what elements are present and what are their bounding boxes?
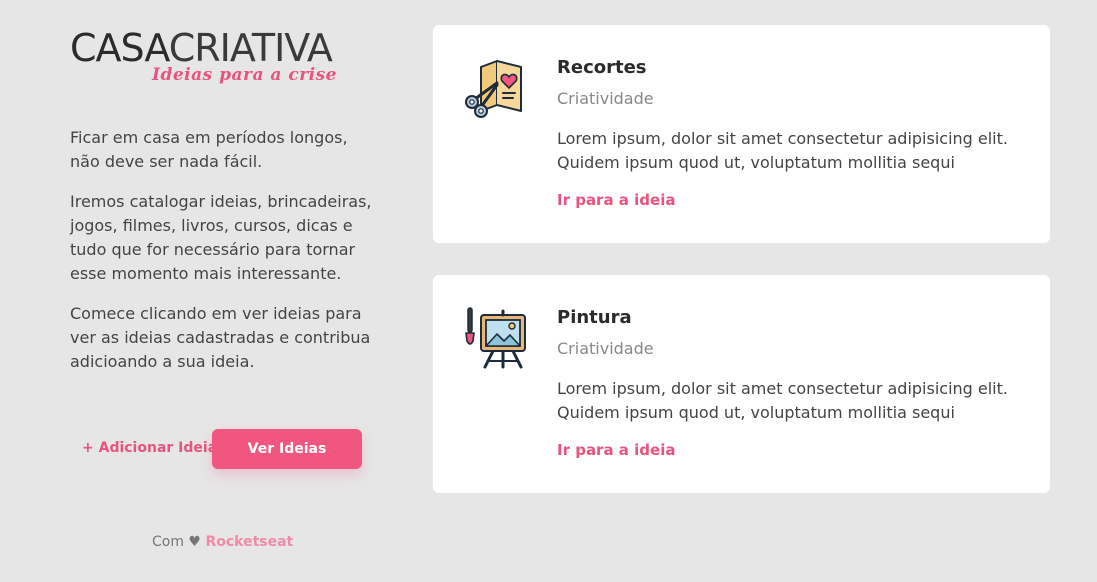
- intro-text: Ficar em casa em períodos longos, não de…: [70, 126, 380, 374]
- go-to-idea-link[interactable]: Ir para a ideia: [557, 441, 675, 459]
- add-idea-button[interactable]: + Adicionar Ideia: [82, 440, 217, 456]
- logo-tagline: Ideias para a crise: [152, 65, 337, 85]
- card-category: Criatividade: [557, 89, 654, 108]
- intro-paragraph: Iremos catalogar ideias, brincadeiras, j…: [70, 192, 372, 283]
- card-title: Recortes: [557, 57, 647, 78]
- footer-brand-link[interactable]: Rocketseat: [205, 534, 293, 550]
- intro-paragraph: Ficar em casa em períodos longos, não de…: [70, 128, 348, 171]
- footer: Com ♥ Rocketseat: [152, 534, 293, 550]
- card-title: Pintura: [557, 307, 632, 328]
- card-description: Lorem ipsum, dolor sit amet consectetur …: [557, 379, 1008, 422]
- card-category: Criatividade: [557, 339, 654, 358]
- sidebar: CASACRIATIVA Ideias para a crise Ficar e…: [70, 28, 380, 469]
- logo[interactable]: CASACRIATIVA Ideias para a crise: [70, 28, 362, 92]
- logo-word-casa: CASA: [70, 26, 170, 70]
- go-to-idea-link[interactable]: Ir para a ideia: [557, 191, 675, 209]
- logo-wordmark: CASACRIATIVA: [70, 28, 362, 68]
- action-bar: + Adicionar Ideia Ver Ideias: [70, 429, 380, 469]
- footer-prefix: Com ♥: [152, 534, 201, 550]
- scissors-card-icon: [463, 55, 527, 119]
- logo-word-criativa: CRIATIVA: [168, 26, 333, 70]
- intro-paragraph: Comece clicando em ver ideias para ver a…: [70, 304, 371, 371]
- easel-painting-icon: [463, 305, 527, 369]
- view-ideas-button[interactable]: Ver Ideias: [212, 429, 362, 469]
- idea-card: Pintura Criatividade Lorem ipsum, dolor …: [433, 275, 1050, 493]
- card-description: Lorem ipsum, dolor sit amet consectetur …: [557, 129, 1008, 172]
- idea-card: Recortes Criatividade Lorem ipsum, dolor…: [433, 25, 1050, 243]
